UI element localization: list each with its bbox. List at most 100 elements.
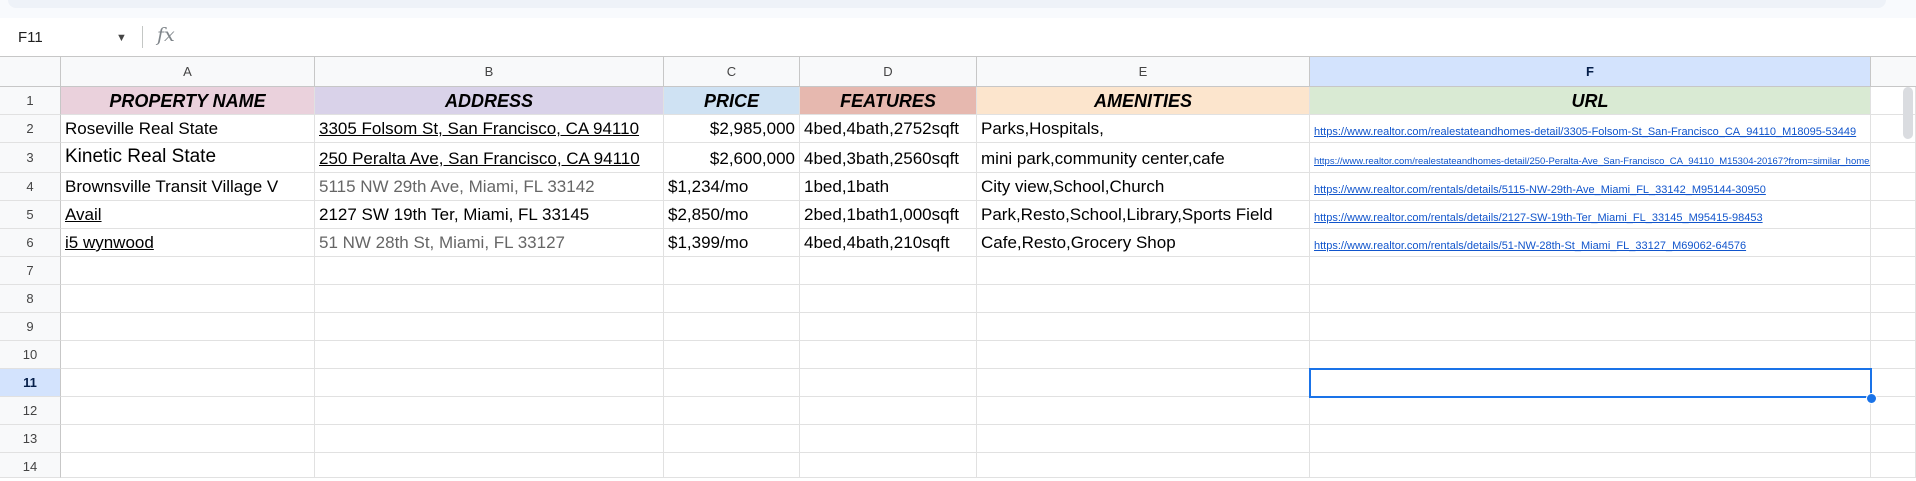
formula-input[interactable] (190, 24, 1890, 50)
row-header-12[interactable]: 12 (0, 397, 61, 425)
url-link[interactable]: https://www.realtor.com/rentals/details/… (1314, 212, 1763, 224)
empty-cell[interactable] (1310, 397, 1871, 425)
cell-features[interactable]: 2bed,1bath1,000sqft (800, 201, 977, 229)
column-header-a[interactable]: A (61, 57, 315, 87)
empty-cell[interactable] (61, 285, 315, 313)
empty-cell[interactable] (1310, 425, 1871, 453)
empty-cell[interactable] (61, 425, 315, 453)
empty-cell[interactable] (1310, 341, 1871, 369)
empty-cell[interactable] (315, 257, 664, 285)
empty-cell[interactable] (1310, 453, 1871, 478)
empty-cell[interactable] (315, 313, 664, 341)
url-link[interactable]: https://www.realtor.com/rentals/details/… (1314, 240, 1746, 252)
empty-cell[interactable] (61, 453, 315, 478)
cell-price[interactable]: $2,600,000 (664, 143, 800, 173)
active-cell-selection[interactable] (1309, 368, 1872, 398)
cell-features[interactable]: 4bed,3bath,2560sqft (800, 143, 977, 173)
row-header-8[interactable]: 8 (0, 285, 61, 313)
empty-cell[interactable] (977, 341, 1310, 369)
row-header-3[interactable]: 3 (0, 143, 61, 173)
url-link[interactable]: https://www.realtor.com/realestateandhom… (1314, 126, 1856, 138)
empty-cell[interactable] (1871, 285, 1916, 313)
cell-property-name[interactable]: Brownsville Transit Village V (61, 173, 315, 201)
empty-cell[interactable] (1871, 257, 1916, 285)
empty-cell[interactable] (61, 341, 315, 369)
empty-cell[interactable] (977, 425, 1310, 453)
empty-cell[interactable] (664, 397, 800, 425)
cell-url[interactable]: https://www.realtor.com/rentals/details/… (1310, 229, 1871, 257)
cell-amenities[interactable]: Cafe,Resto,Grocery Shop (977, 229, 1310, 257)
empty-cell[interactable] (800, 257, 977, 285)
header-cell-url[interactable]: URL (1310, 87, 1871, 115)
empty-cell[interactable] (1871, 201, 1916, 229)
name-box[interactable]: F11 ▼ (18, 27, 128, 49)
column-header-f[interactable]: F (1310, 57, 1871, 87)
row-header-7[interactable]: 7 (0, 257, 61, 285)
empty-cell[interactable] (315, 285, 664, 313)
cell-address[interactable]: 250 Peralta Ave, San Francisco, CA 94110 (315, 143, 664, 173)
row-header-13[interactable]: 13 (0, 425, 61, 453)
cell-url[interactable]: https://www.realtor.com/rentals/details/… (1310, 201, 1871, 229)
empty-cell[interactable] (800, 313, 977, 341)
empty-cell[interactable] (61, 257, 315, 285)
cell-price[interactable]: $1,234/mo (664, 173, 800, 201)
empty-cell[interactable] (1871, 229, 1916, 257)
empty-cell[interactable] (1310, 257, 1871, 285)
header-cell-address[interactable]: ADDRESS (315, 87, 664, 115)
column-header-e[interactable]: E (977, 57, 1310, 87)
cell-address[interactable]: 2127 SW 19th Ter, Miami, FL 33145 (315, 201, 664, 229)
empty-cell[interactable] (315, 341, 664, 369)
empty-cell[interactable] (977, 453, 1310, 478)
cell-features[interactable]: 1bed,1bath (800, 173, 977, 201)
cell-address[interactable]: 5115 NW 29th Ave, Miami, FL 33142 (315, 173, 664, 201)
cell-url[interactable]: https://www.realtor.com/realestateandhom… (1310, 115, 1871, 143)
row-header-1[interactable]: 1 (0, 87, 61, 115)
empty-cell[interactable] (1310, 313, 1871, 341)
empty-cell[interactable] (1871, 397, 1916, 425)
row-header-5[interactable]: 5 (0, 201, 61, 229)
cell-price[interactable]: $2,850/mo (664, 201, 800, 229)
empty-cell[interactable] (1871, 341, 1916, 369)
empty-cell[interactable] (977, 313, 1310, 341)
empty-cell[interactable] (664, 257, 800, 285)
empty-cell[interactable] (977, 397, 1310, 425)
cell-address[interactable]: 3305 Folsom St, San Francisco, CA 94110 (315, 115, 664, 143)
empty-cell[interactable] (664, 369, 800, 397)
row-header-10[interactable]: 10 (0, 341, 61, 369)
empty-cell[interactable] (664, 313, 800, 341)
empty-cell[interactable] (1871, 369, 1916, 397)
cell-address[interactable]: 51 NW 28th St, Miami, FL 33127 (315, 229, 664, 257)
empty-cell[interactable] (800, 341, 977, 369)
cell-price[interactable]: $2,985,000 (664, 115, 800, 143)
url-link[interactable]: https://www.realtor.com/realestateandhom… (1314, 156, 1870, 167)
empty-cell[interactable] (61, 397, 315, 425)
select-all-corner[interactable] (0, 57, 61, 87)
row-header-14[interactable]: 14 (0, 453, 61, 478)
empty-cell[interactable] (800, 425, 977, 453)
empty-cell[interactable] (664, 285, 800, 313)
empty-cell[interactable] (61, 313, 315, 341)
row-header-2[interactable]: 2 (0, 115, 61, 143)
empty-cell[interactable] (1871, 453, 1916, 478)
cell-property-name[interactable]: Roseville Real State (61, 115, 315, 143)
row-header-11[interactable]: 11 (0, 369, 61, 397)
cell-features[interactable]: 4bed,4bath,2752sqft (800, 115, 977, 143)
empty-cell[interactable] (800, 453, 977, 478)
header-cell-price[interactable]: PRICE (664, 87, 800, 115)
column-header-c[interactable]: C (664, 57, 800, 87)
fill-handle[interactable] (1866, 393, 1877, 404)
empty-cell[interactable] (977, 285, 1310, 313)
cell-price[interactable]: $1,399/mo (664, 229, 800, 257)
cell-property-name[interactable]: i5 wynwood (61, 229, 315, 257)
cell-amenities[interactable]: City view,School,Church (977, 173, 1310, 201)
cell-amenities[interactable]: Parks,Hospitals, (977, 115, 1310, 143)
empty-cell[interactable] (315, 453, 664, 478)
cell-url[interactable]: https://www.realtor.com/rentals/details/… (1310, 173, 1871, 201)
empty-cell[interactable] (1310, 285, 1871, 313)
cell-property-name[interactable]: Avail (61, 201, 315, 229)
empty-cell[interactable] (315, 369, 664, 397)
empty-cell[interactable] (800, 285, 977, 313)
row-header-9[interactable]: 9 (0, 313, 61, 341)
cell-amenities[interactable]: Park,Resto,School,Library,Sports Field (977, 201, 1310, 229)
cell-property-name[interactable]: Kinetic Real State (61, 143, 315, 173)
